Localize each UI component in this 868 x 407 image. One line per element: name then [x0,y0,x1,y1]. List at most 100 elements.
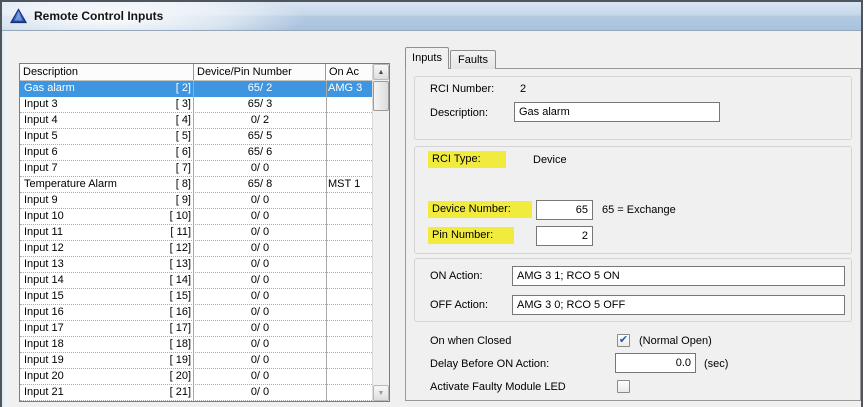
scroll-down-icon[interactable]: ▼ [373,385,389,401]
delay-label: Delay Before ON Action: [430,357,549,372]
row-on-action [326,273,372,288]
row-on-action [326,385,372,400]
rci-list: Description Device/Pin Number On Ac Gas … [19,63,390,402]
scroll-up-icon[interactable]: ▲ [373,64,389,80]
row-index: [ 19] [170,353,191,368]
screenshot-canvas: Remote Control Inputs Description Device… [0,0,868,407]
row-on-action [326,337,372,352]
row-device-pin: 0/ 0 [194,369,326,384]
list-row[interactable]: Input 14[ 14]0/ 0 [20,273,372,289]
row-index: [ 17] [170,321,191,336]
pin-number-label: Pin Number: [428,227,514,244]
on-action-input[interactable] [512,266,845,286]
faulty-led-checkbox[interactable] [617,380,630,393]
row-description: Input 7 [24,161,58,176]
row-on-action: MST 1 [326,177,372,192]
row-index: [ 20] [170,369,191,384]
tab-inputs[interactable]: Inputs [405,47,449,69]
row-description: Input 4 [24,113,58,128]
list-row[interactable]: Input 7[ 7]0/ 0 [20,161,372,177]
row-description: Input 6 [24,145,58,160]
list-row[interactable]: Input 4[ 4]0/ 2 [20,113,372,129]
row-description: Input 3 [24,97,58,112]
list-row[interactable]: Input 3 [ 3]65/ 3 [20,97,372,113]
device-number-hint: 65 = Exchange [602,203,676,218]
row-device-pin: 0/ 0 [194,385,326,400]
list-row[interactable]: Input 5[ 5]65/ 5 [20,129,372,145]
list-row[interactable]: Input 17[ 17]0/ 0 [20,321,372,337]
row-index: [ 3] [176,97,191,112]
list-row[interactable]: Input 18[ 18]0/ 0 [20,337,372,353]
list-row[interactable]: Input 15[ 15]0/ 0 [20,289,372,305]
device-number-label: Device Number: [428,201,532,218]
window-border [0,0,863,2]
list-row[interactable]: Input 20 [ 20]0/ 0 [20,369,372,385]
list-row[interactable]: Input 21[ 21]0/ 0 [20,385,372,401]
row-device-pin: 0/ 0 [194,193,326,208]
row-device-pin: 0/ 0 [194,353,326,368]
row-on-action [326,321,372,336]
row-on-action [326,353,372,368]
row-index: [ 14] [170,273,191,288]
list-row[interactable]: Input 12[ 12]0/ 0 [20,241,372,257]
row-index: [ 12] [170,241,191,256]
faulty-led-label: Activate Faulty Module LED [430,380,566,395]
row-description: Input 20 [24,369,64,384]
description-input[interactable] [514,102,720,122]
row-index: [ 18] [170,337,191,352]
list-row[interactable]: Temperature Alarm[ 8]65/ 8MST 1 [20,177,372,193]
list-header: Description Device/Pin Number On Ac [20,64,372,81]
rci-number-label: RCI Number: [430,82,494,97]
delay-unit-label: (sec) [704,357,728,372]
list-rows: Gas alarm[ 2]65/ 2AMG 3Input 3[ 3]65/ 3I… [20,81,372,401]
row-on-action [326,225,372,240]
tab-faults[interactable]: Faults [450,50,496,69]
list-row[interactable]: Input 16[ 16]0/ 0 [20,305,372,321]
list-scrollbar[interactable]: ▲ ▼ [372,64,389,401]
list-row[interactable]: Input 13 [ 13]0/ 0 [20,257,372,273]
column-header-on-action[interactable]: On Ac [326,64,372,80]
pin-number-input[interactable] [536,226,593,246]
row-description: Gas alarm [24,81,75,96]
row-device-pin: 0/ 0 [194,257,326,272]
list-row[interactable]: Input 19[ 19]0/ 0 [20,353,372,369]
row-on-action [326,193,372,208]
list-row[interactable]: Input 9 [ 9]0/ 0 [20,193,372,209]
row-device-pin: 65/ 6 [194,145,326,160]
off-action-input[interactable] [512,295,845,315]
column-header-device-pin[interactable]: Device/Pin Number [194,64,326,80]
list-row[interactable]: Input 11[ 11]0/ 0 [20,225,372,241]
column-divider [193,81,194,401]
list-row[interactable]: Gas alarm[ 2]65/ 2AMG 3 [20,81,372,97]
row-index: [ 10] [170,209,191,224]
rci-type-value: Device [533,153,567,168]
row-device-pin: 0/ 0 [194,321,326,336]
delay-input[interactable] [615,353,696,373]
row-description: Input 9 [24,193,58,208]
row-index: [ 13] [170,257,191,272]
device-number-input[interactable] [536,200,593,220]
off-action-label: OFF Action: [430,298,488,313]
scrollbar-thumb[interactable] [373,81,389,111]
row-description: Input 18 [24,337,64,352]
list-row[interactable]: Input 6[ 6]65/ 6 [20,145,372,161]
row-on-action [326,161,372,176]
window-title: Remote Control Inputs [34,9,163,23]
row-index: [ 7] [176,161,191,176]
title-bar[interactable]: Remote Control Inputs [2,2,861,31]
column-header-description[interactable]: Description [20,64,194,80]
row-description: Input 21 [24,385,64,400]
row-description: Input 13 [24,257,64,272]
row-on-action [326,209,372,224]
normal-open-label: (Normal Open) [639,334,712,349]
row-device-pin: 65/ 5 [194,129,326,144]
row-index: [ 9] [176,193,191,208]
frame-edge-strip [2,31,9,407]
on-when-closed-checkbox[interactable]: ✔ [617,334,630,347]
rci-type-label: RCI Type: [428,151,506,168]
on-action-label: ON Action: [430,269,483,284]
list-row[interactable]: Input 10[ 10]0/ 0 [20,209,372,225]
row-description: Input 15 [24,289,64,304]
row-index: [ 16] [170,305,191,320]
row-device-pin: 65/ 3 [194,97,326,112]
